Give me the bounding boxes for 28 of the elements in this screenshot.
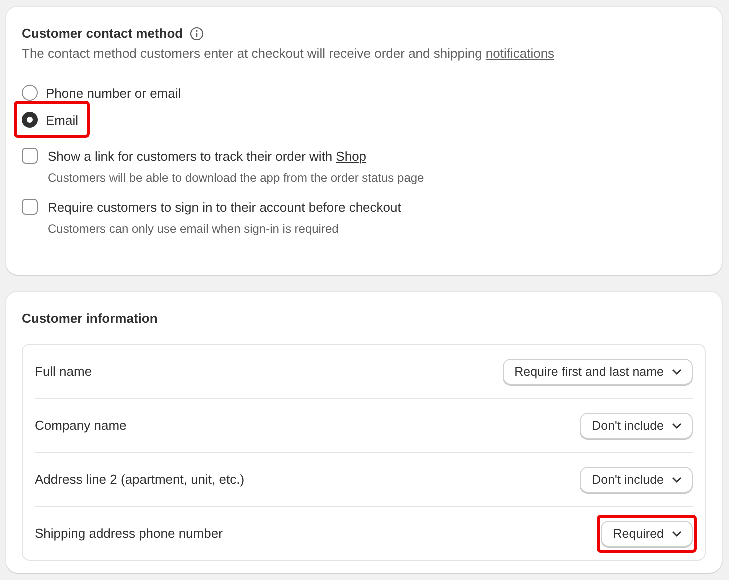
shop-link[interactable]: Shop [336, 148, 367, 164]
chevron-down-icon [672, 422, 682, 428]
checkbox[interactable] [22, 199, 38, 215]
radio-label[interactable]: Phone number or email [46, 86, 182, 100]
radio-button[interactable] [22, 112, 38, 128]
dropdown[interactable]: Require first and last name [502, 358, 693, 384]
chevron-down-icon [672, 368, 682, 374]
field-label: Company name [35, 418, 127, 433]
dropdown[interactable]: Don't include [580, 466, 693, 492]
radio-label[interactable]: Email [46, 112, 79, 128]
checkbox[interactable] [22, 148, 38, 164]
chevron-down-icon [672, 476, 682, 482]
field-label: Shipping address phone number [35, 526, 223, 541]
field-label: Address line 2 (apartment, unit, etc.) [35, 472, 245, 487]
info-icon[interactable] [190, 26, 204, 40]
chevron-down-icon [672, 530, 682, 536]
radio-button[interactable] [22, 85, 38, 101]
section-description: The contact method customers enter at checkout will receive order and shipping notifications [22, 46, 556, 61]
section-title: Customer information [22, 311, 159, 326]
field-label: Full name [35, 364, 92, 379]
section-title: Customer contact method [22, 26, 184, 41]
dropdown[interactable]: Required [601, 520, 693, 546]
help-text: Customers will be able to download the app from the order status page [48, 171, 426, 185]
notifications-link[interactable]: notifications [486, 46, 555, 61]
checkbox-label[interactable]: Show a link for customers to track their order with Shop [48, 148, 367, 164]
dropdown[interactable]: Don't include [580, 412, 693, 438]
checkbox-label[interactable]: Require customers to sign in to their account before checkout [48, 200, 402, 214]
help-text: Customers can only use email when sign-in is required [48, 222, 340, 236]
